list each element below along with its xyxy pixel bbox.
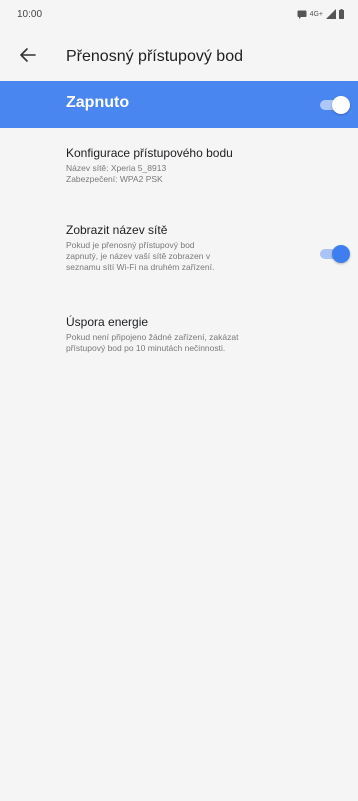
power-saving-desc-1: Pokud není připojeno žádné zařízení, zak… <box>66 332 239 342</box>
show-network-name-desc-2: zapnutý, je název vaší sítě zobrazen v <box>66 251 211 261</box>
show-network-name-title: Zobrazit název sítě <box>66 223 168 237</box>
message-icon <box>297 6 307 24</box>
status-time: 10:00 <box>17 9 43 20</box>
app-bar: Přenosný přístupový bod <box>0 30 358 84</box>
power-saving-title: Úspora energie <box>66 315 149 329</box>
arrow-left-icon <box>20 47 36 67</box>
back-button[interactable] <box>14 43 42 71</box>
security-text: Zabezpečení: WPA2 PSK <box>66 174 163 184</box>
show-network-name-toggle[interactable] <box>318 245 350 263</box>
toggle-thumb <box>332 96 350 114</box>
power-saving-desc-2: přístupový bod po 10 minutách nečinnosti… <box>66 343 226 353</box>
hotspot-config-title: Konfigurace přístupového bodu <box>66 146 233 160</box>
master-toggle[interactable] <box>318 96 350 114</box>
show-network-name-desc-3: seznamu sítí Wi-Fi na druhém zařízení. <box>66 262 215 272</box>
show-network-name-desc-1: Pokud je přenosný přístupový bod <box>66 240 195 250</box>
network-name-text: Název sítě: Xperia 5_8913 <box>66 163 167 173</box>
master-switch-bar[interactable]: Zapnuto <box>0 81 358 128</box>
page-title: Přenosný přístupový bod <box>66 48 243 65</box>
network-type: 4G+ <box>309 11 323 18</box>
status-bar: 10:00 4G+ <box>0 0 358 30</box>
show-network-name-item[interactable]: Zobrazit název sítě Pokud je přenosný př… <box>66 223 286 273</box>
toggle-thumb <box>332 245 350 263</box>
battery-icon <box>339 6 344 24</box>
master-switch-label: Zapnuto <box>66 94 130 111</box>
hotspot-config-item[interactable]: Konfigurace přístupového bodu Název sítě… <box>66 146 233 185</box>
power-saving-item[interactable]: Úspora energie Pokud není připojeno žádn… <box>66 315 238 354</box>
signal-icon <box>326 6 336 24</box>
status-icons: 4G+ <box>297 8 344 20</box>
